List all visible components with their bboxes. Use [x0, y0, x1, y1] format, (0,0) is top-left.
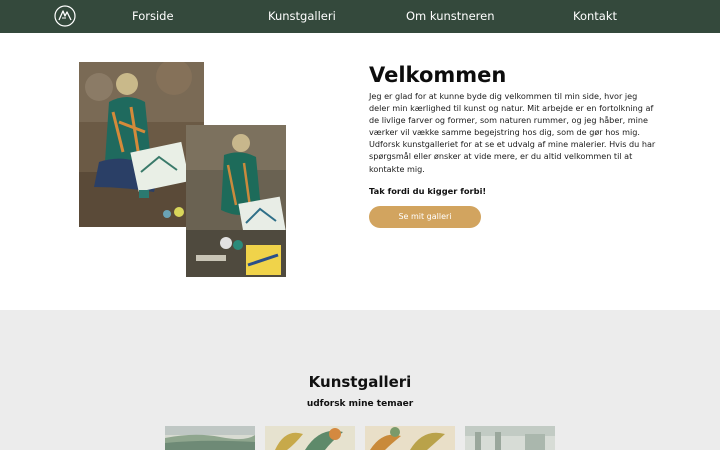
hero-description-line: Udforsk kunstgalleriet for at se et udva…	[369, 139, 656, 150]
hero-title: Velkommen	[369, 63, 507, 87]
artist-photo-working	[186, 125, 286, 277]
nav-item-kontakt[interactable]: Kontakt	[573, 9, 617, 23]
hero-description-line: de livlige farver og former, som naturen…	[369, 115, 649, 126]
nav-item-om-kunstneren[interactable]: Om kunstneren	[406, 9, 495, 23]
gallery-thumbnail[interactable]	[165, 426, 255, 450]
gallery-thumbnail[interactable]	[465, 426, 555, 450]
nav-item-kunstgalleri[interactable]: Kunstgalleri	[268, 9, 336, 23]
nav-item-forside[interactable]: Forside	[132, 9, 174, 23]
gallery-section: Kunstgalleri udforsk mine temaer	[0, 310, 720, 450]
hero-description-line: spørgsmål eller ønsker at vide mere, er …	[369, 151, 633, 162]
gallery-thumbnail[interactable]	[265, 426, 355, 450]
gallery-subtitle: udforsk mine temaer	[306, 399, 414, 409]
hero-description-line: værker vil vække samme begejstring hos d…	[369, 127, 640, 138]
gallery-title: Kunstgalleri	[308, 373, 412, 391]
hero-description-line: deler min kærlighed til kunst og natur. …	[369, 103, 654, 114]
hero-description-line: kontakte mig.	[369, 163, 425, 174]
gallery-thumbnail[interactable]	[365, 426, 455, 450]
hero-thanks: Tak fordi du kigger forbi!	[369, 186, 487, 196]
see-gallery-button[interactable]: Se mit galleri	[369, 206, 481, 228]
hero-description: Jeg er glad for at kunne byde dig velkom…	[369, 90, 659, 175]
hero-description-line: Jeg er glad for at kunne byde dig velkom…	[369, 91, 638, 101]
navbar: Forside Kunstgalleri Om kunstneren Konta…	[0, 0, 720, 33]
logo-icon[interactable]	[54, 5, 76, 27]
